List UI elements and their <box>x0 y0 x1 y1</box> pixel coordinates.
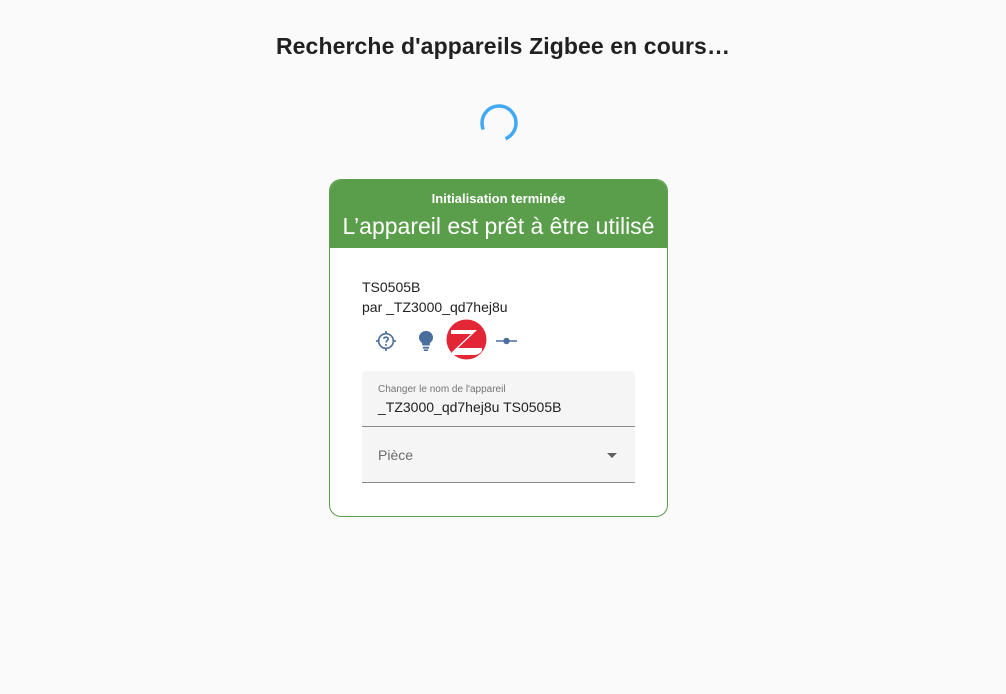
room-select[interactable]: Pièce <box>362 427 635 483</box>
device-name-label: Changer le nom de l'appareil <box>378 384 506 395</box>
search-title: Recherche d'appareils Zigbee en cours… <box>275 33 731 59</box>
loading-spinner-icon <box>480 104 518 142</box>
init-status: Initialisation terminée <box>431 191 566 206</box>
zha-add-device-page: Recherche d'appareils Zigbee en cours… I… <box>0 0 1006 694</box>
device-name-field[interactable]: Changer le nom de l'appareil _TZ3000_qd7… <box>362 371 635 427</box>
help-circle-icon[interactable] <box>375 330 397 352</box>
ready-headline: L’appareil est prêt à être utilisé <box>342 213 655 239</box>
card-body: TS0505B par _TZ3000_qd7hej8u Changer le … <box>330 248 667 483</box>
connection-icon[interactable] <box>496 336 517 346</box>
device-model: TS0505B <box>362 279 421 295</box>
zigbee-logo-icon <box>446 319 487 360</box>
card-header: Initialisation terminée L’appareil est p… <box>330 180 667 248</box>
room-select-label: Pièce <box>378 447 414 463</box>
device-name-input[interactable]: _TZ3000_qd7hej8u TS0505B <box>378 399 561 415</box>
lightbulb-icon[interactable] <box>417 330 435 352</box>
device-icons <box>362 319 635 365</box>
device-manufacturer: par _TZ3000_qd7hej8u <box>362 299 508 315</box>
dropdown-arrow-icon[interactable] <box>607 453 617 458</box>
device-card: Initialisation terminée L’appareil est p… <box>329 179 668 517</box>
